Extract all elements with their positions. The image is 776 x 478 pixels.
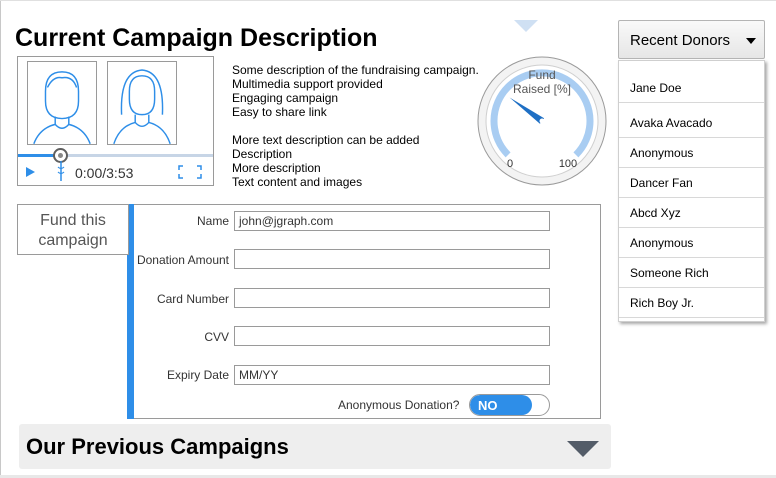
chevron-down-icon (746, 38, 756, 44)
expiry-date-label: Expiry Date (166, 368, 229, 382)
donor-item[interactable]: Anonymous (619, 138, 764, 168)
card-number-field[interactable] (234, 288, 550, 308)
anonymous-toggle[interactable]: NO (469, 394, 550, 416)
description-line: More text description can be added (232, 133, 420, 147)
play-icon[interactable] (26, 167, 35, 177)
description-line: Multimedia support provided (232, 77, 383, 91)
donor-name: Anonymous (630, 146, 694, 160)
donor-name: Anonymous (630, 236, 694, 250)
frame-top-border (0, 0, 776, 1)
card-number-label: Card Number (156, 292, 229, 306)
fund-raised-gauge: Fund Raised [%] 0 100 (477, 56, 607, 186)
donation-amount-label: Donation Amount (136, 253, 229, 267)
description-line: Some description of the fundraising camp… (232, 63, 479, 77)
name-label: Name (196, 214, 229, 228)
recent-donors-dropdown[interactable]: Recent Donors (618, 20, 765, 59)
donor-item[interactable]: Dancer Fan (619, 168, 764, 198)
donation-form (127, 204, 601, 419)
frame-left-border (0, 0, 1, 478)
description-line: Description (232, 147, 293, 161)
description-line: More description (232, 161, 321, 175)
previous-campaigns-title: Our Previous Campaigns (26, 434, 289, 459)
donor-name: Someone Rich (630, 266, 709, 280)
male-person-icon (27, 61, 97, 145)
anonymous-donation-label: Anonymous Donation? (338, 398, 460, 412)
donor-name: Abcd Xyz (630, 206, 681, 220)
description-line: Engaging campaign (232, 91, 339, 105)
recent-donors-label: Recent Donors (630, 32, 731, 49)
collapse-arrow-icon[interactable] (514, 20, 538, 32)
fullscreen-icon[interactable] (178, 165, 202, 179)
chevron-down-icon[interactable] (567, 441, 599, 457)
gauge-min: 0 (507, 158, 513, 170)
gauge-label-line2: Raised [%] (513, 82, 571, 96)
cvv-field[interactable] (234, 326, 550, 346)
donor-name: Avaka Avacado (630, 116, 713, 130)
gauge-pivot (539, 118, 545, 124)
toggle-text: NO (478, 398, 498, 413)
donor-name: Jane Doe (630, 81, 682, 95)
cvv-label: CVV (204, 330, 229, 344)
page-title: Current Campaign Description (15, 24, 378, 52)
video-player[interactable]: 0:00/3:53 (17, 56, 214, 186)
donation-amount-field[interactable] (234, 249, 550, 269)
description-line: Easy to share link (232, 105, 327, 119)
donor-name: Rich Boy Jr. (630, 296, 695, 310)
fund-tab-line1: Fund this (40, 212, 106, 229)
donor-item[interactable]: Abcd Xyz (619, 198, 764, 228)
donor-item[interactable]: Avaka Avacado (619, 108, 764, 138)
expiry-date-field[interactable]: MM/YY (234, 365, 550, 385)
video-time: 0:00/3:53 (75, 165, 134, 181)
tab-fund-campaign[interactable]: Fund this campaign (17, 204, 129, 255)
fund-tab-line2: campaign (38, 232, 108, 249)
fund-tab-label: Fund this campaign (18, 211, 128, 251)
donor-item[interactable]: Someone Rich (619, 258, 764, 288)
campaign-description: Some description of the fundraising camp… (232, 63, 479, 189)
name-field[interactable]: john@jgraph.com (234, 211, 550, 231)
previous-campaigns-bar[interactable]: Our Previous Campaigns (19, 424, 611, 469)
donor-item[interactable]: Rich Boy Jr. (619, 288, 764, 318)
donors-list: Jane Doe Avaka Avacado Anonymous Dancer … (618, 60, 765, 322)
donor-name: Dancer Fan (630, 176, 693, 190)
donor-item[interactable]: Jane Doe (619, 73, 764, 103)
description-line: Text content and images (232, 175, 363, 189)
female-person-icon (107, 61, 177, 145)
volume-icon[interactable] (56, 161, 66, 181)
gauge-max: 100 (559, 158, 577, 170)
gauge-label-line1: Fund (528, 68, 555, 82)
donor-item[interactable]: Anonymous (619, 228, 764, 258)
